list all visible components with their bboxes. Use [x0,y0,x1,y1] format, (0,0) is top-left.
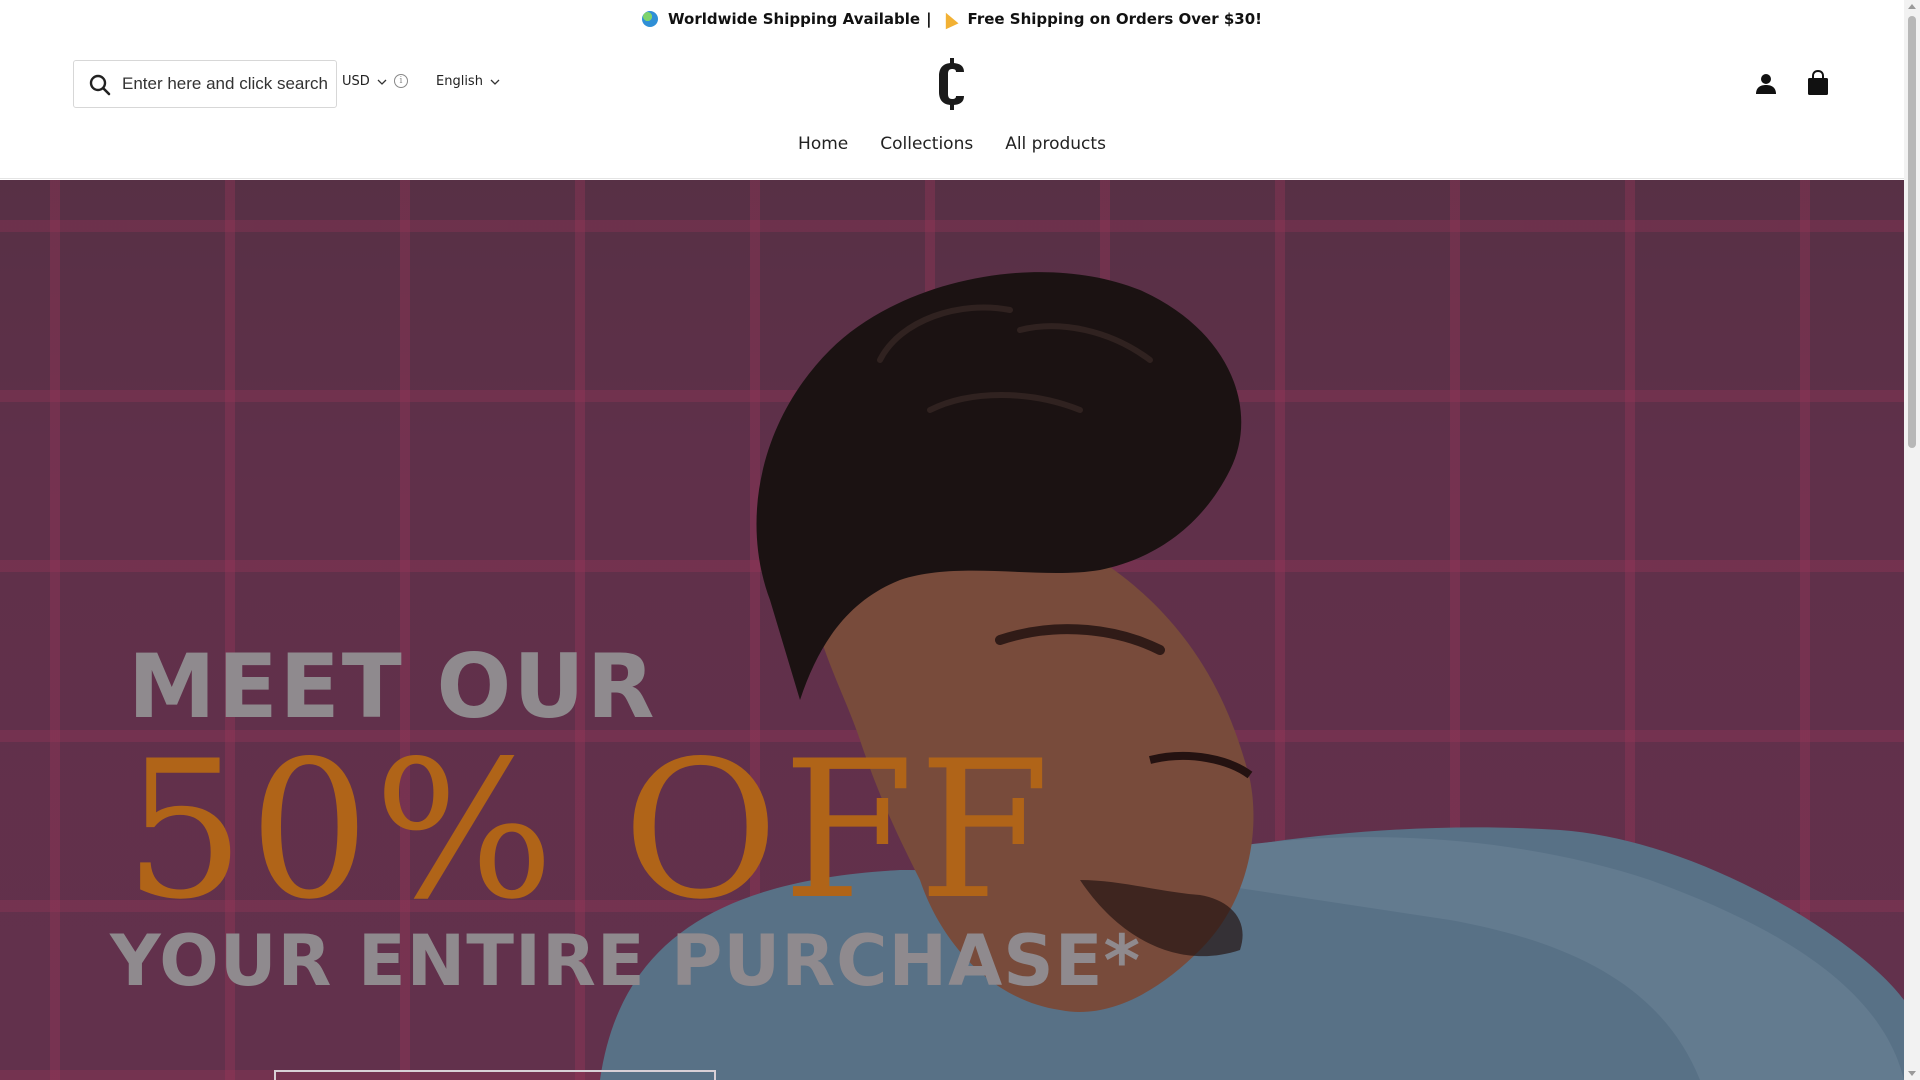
currency-label: USD [342,74,370,89]
chevron-down-icon [490,79,500,85]
nav-item-collections[interactable]: Collections [880,134,973,154]
header-divider [0,178,1904,179]
hero-discount: 50% OFF [124,720,1055,941]
store-logo[interactable] [936,58,968,110]
page-scrollbar[interactable] [1904,0,1920,1080]
main-nav: Home Collections All products [0,134,1904,154]
party-popper-icon [939,9,959,29]
info-icon[interactable]: i [394,74,408,88]
storefront-page: Worldwide Shipping Available | Free Ship… [0,0,1904,1080]
search-box[interactable] [73,60,337,108]
language-selector[interactable]: English [436,74,501,89]
scroll-thumb[interactable] [1908,16,1916,448]
language-label: English [436,74,483,89]
hero-banner[interactable]: MEET OUR 50% OFF YOUR ENTIRE PURCHASE* [0,180,1904,1080]
announcement-free-shipping: Free Shipping on Orders Over $30! [967,10,1262,28]
currency-selector[interactable]: USD [342,74,388,89]
chevron-down-icon [377,79,387,85]
globe-icon [642,11,659,27]
search-icon[interactable] [88,73,112,97]
scroll-down-arrow-icon[interactable] [1908,1071,1916,1076]
shopping-bag-icon[interactable] [1806,70,1830,96]
announcement-bar: Worldwide Shipping Available | Free Ship… [0,0,1904,38]
hero-headline-bottom: YOUR ENTIRE PURCHASE* [110,920,1142,1002]
account-icon[interactable] [1754,72,1778,96]
announcement-separator: | [926,10,932,28]
site-header: USD i English Home Collection [0,38,1904,180]
announcement-shipping: Worldwide Shipping Available [668,10,921,28]
nav-item-all-products[interactable]: All products [1005,134,1106,154]
hero-cta-button[interactable] [274,1070,716,1080]
scroll-up-arrow-icon[interactable] [1908,4,1916,9]
nav-item-home[interactable]: Home [798,134,848,154]
search-input[interactable] [122,61,332,107]
